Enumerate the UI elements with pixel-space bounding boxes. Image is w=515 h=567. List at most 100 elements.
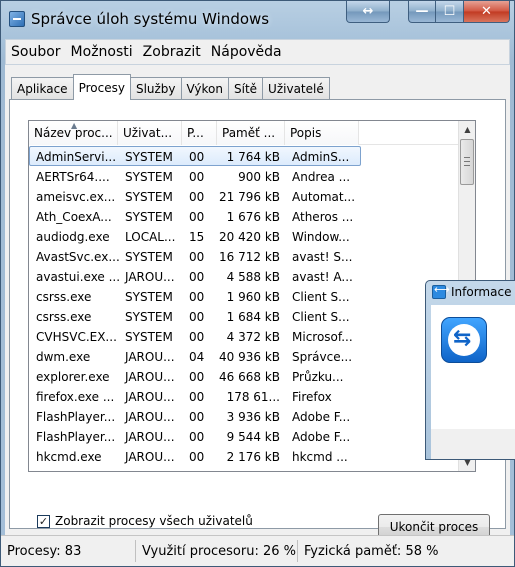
table-row[interactable]: ameisvc.ex... SYSTEM 00 21 796 kB Automat... xyxy=(29,186,458,206)
tab-sluzby[interactable]: Služby xyxy=(129,77,182,99)
column-header-memory[interactable]: Paměť ... xyxy=(217,121,285,145)
cell-user: SYSTEM xyxy=(125,250,173,264)
show-all-users-checkbox[interactable]: ✓ xyxy=(37,514,50,528)
cell-user: JAROU... xyxy=(125,390,175,404)
menu-moznosti[interactable]: Možnosti xyxy=(66,44,138,60)
table-row-content: hkcmd.exe JAROU... 00 2 176 kB hkcmd ... xyxy=(29,446,361,466)
table-row[interactable]: Ath_CoexA... SYSTEM 00 1 676 kB Atheros ... xyxy=(29,206,458,226)
cell-description: Firefox xyxy=(292,390,332,404)
table-row[interactable]: AdminServi... SYSTEM 00 1 764 kB AdminS... xyxy=(29,146,458,166)
info-dialog[interactable]: Informace xyxy=(425,280,515,460)
cell-memory: 3 936 kB xyxy=(226,410,280,424)
table-row-content: csrss.exe SYSTEM 00 1 684 kB Client S... xyxy=(29,306,361,326)
cell-description: Client S... xyxy=(292,310,350,324)
cell-cpu: 00 xyxy=(189,170,205,184)
tab-site[interactable]: Sítě xyxy=(228,77,264,99)
table-row[interactable]: FlashPlayer... JAROU... 00 3 936 kB Adobe F.… xyxy=(29,406,458,426)
table-row[interactable]: HPMSGSVC...JAROU...002 200 kBHP Me... xyxy=(29,466,458,471)
cell-process-name: AERTSr64.... xyxy=(36,170,110,184)
tab-aplikace[interactable]: Aplikace xyxy=(11,77,74,99)
minimize-button[interactable]: — xyxy=(408,1,436,23)
table-row[interactable]: csrss.exe SYSTEM 00 1 684 kB Client S... xyxy=(29,306,458,326)
cell-cpu: 15 xyxy=(189,230,205,244)
info-dialog-titlebar[interactable]: Informace xyxy=(432,283,512,299)
column-header-user[interactable]: Uživat... xyxy=(118,121,182,145)
cell-cpu: 00 xyxy=(189,390,205,404)
cell-process-name: FlashPlayer... xyxy=(36,410,116,424)
cell-description: Atheros ... xyxy=(292,210,354,224)
tab-procesy[interactable]: Procesy xyxy=(72,74,131,100)
cell-process-name: HPMSGSVC... xyxy=(30,467,119,471)
info-dialog-body xyxy=(431,305,515,429)
process-list[interactable]: ▲ Název proc... Uživat... P... Paměť ...… xyxy=(28,120,476,472)
table-row[interactable]: hkcmd.exe JAROU... 00 2 176 kB hkcmd ... xyxy=(29,446,458,466)
table-row[interactable]: avastui.exe ... JAROU... 00 4 588 kB avast! … xyxy=(29,266,458,286)
table-row[interactable]: firefox.exe ... JAROU... 00 178 61... Firefo… xyxy=(29,386,458,406)
table-row[interactable]: FlashPlayer... JAROU... 00 9 544 kB Adobe F.… xyxy=(29,426,458,446)
cell-description: Andrea ... xyxy=(292,170,351,184)
cell-description: Adobe F... xyxy=(292,410,351,424)
column-header-name[interactable]: ▲ Název proc... xyxy=(29,121,118,145)
cell-process-name: avastui.exe ... xyxy=(36,270,119,284)
cell-process-name: ameisvc.ex... xyxy=(36,190,116,204)
process-list-body: AdminServi... SYSTEM 00 1 764 kB AdminS... AE… xyxy=(29,146,458,471)
tab-strip: Aplikace Procesy Služby Výkon Sítě Uživa… xyxy=(11,74,330,100)
menu-zobrazit[interactable]: Zobrazit xyxy=(138,44,206,60)
table-row-content: explorer.exe JAROU... 00 46 668 kB Průzku... xyxy=(29,366,361,386)
cell-memory: 20 420 kB xyxy=(219,230,280,244)
table-row[interactable]: AvastSvc.ex... SYSTEM 00 16 712 kB avast! S.… xyxy=(29,246,458,266)
cell-memory: 178 61... xyxy=(226,390,280,404)
table-row-content: ameisvc.ex... SYSTEM 00 21 796 kB Automat... xyxy=(29,186,361,206)
table-row-content: FlashPlayer... JAROU... 00 9 544 kB Adobe F.… xyxy=(29,426,361,446)
table-row-content: AvastSvc.ex... SYSTEM 00 16 712 kB avast! S.… xyxy=(29,246,361,266)
menu-napoveda[interactable]: Nápověda xyxy=(206,44,287,60)
tab-vykon[interactable]: Výkon xyxy=(180,77,229,99)
close-button[interactable]: ✕ xyxy=(464,1,510,23)
cell-user: JAROU... xyxy=(125,410,175,424)
show-all-users-label: Zobrazit procesy všech uživatelů xyxy=(55,514,253,528)
cell-user: SYSTEM xyxy=(125,210,173,224)
teamviewer-small-icon xyxy=(432,283,450,299)
cell-description: Client S... xyxy=(292,290,350,304)
title-bar[interactable]: Správce úloh systému Windows ↔ — ☐ ✕ xyxy=(1,1,514,37)
cell-cpu: 00 xyxy=(189,250,205,264)
status-physical-memory: Fyzická paměť: 58 % xyxy=(304,543,439,559)
maximize-button[interactable]: ☐ xyxy=(436,1,464,23)
cell-process-name: explorer.exe xyxy=(36,370,110,384)
cell-description: Automat... xyxy=(292,190,356,204)
show-all-users-option[interactable]: ✓ Zobrazit procesy všech uživatelů xyxy=(37,514,253,528)
cell-user: JAROU... xyxy=(125,370,175,384)
column-header-cpu[interactable]: P... xyxy=(182,121,217,145)
cell-memory: 46 668 kB xyxy=(219,370,280,384)
cell-description: HP Me... xyxy=(286,467,360,471)
table-row[interactable]: csrss.exe SYSTEM 00 1 960 kB Client S... xyxy=(29,286,458,306)
table-row[interactable]: audiodg.exe LOCAL... 15 20 420 kB Window... xyxy=(29,226,458,246)
cell-process-name: hkcmd.exe xyxy=(36,450,102,464)
table-row[interactable]: explorer.exe JAROU... 00 46 668 kB Průzku... xyxy=(29,366,458,386)
task-manager-window: Správce úloh systému Windows ↔ — ☐ ✕ Sou… xyxy=(0,0,515,567)
cell-cpu: 00 xyxy=(189,330,205,344)
info-dialog-title: Informace xyxy=(451,285,512,299)
table-row[interactable]: CVHSVC.EX... SYSTEM 00 4 372 kB Microsof... xyxy=(29,326,458,346)
cell-process-name: audiodg.exe xyxy=(36,230,110,244)
cell-process-name: Ath_CoexA... xyxy=(36,210,112,224)
scrollbar-thumb[interactable] xyxy=(460,139,474,185)
cell-process-name: CVHSVC.EX... xyxy=(36,330,117,344)
table-row-content: Ath_CoexA... SYSTEM 00 1 676 kB Atheros ... xyxy=(29,206,361,226)
cell-user: JAROU... xyxy=(125,430,175,444)
scroll-up-icon[interactable]: ▲ xyxy=(459,121,475,138)
table-row[interactable]: dwm.exe JAROU... 04 40 936 kB Správce... xyxy=(29,346,458,366)
column-header-description[interactable]: Popis xyxy=(285,121,359,145)
tab-uzivatele[interactable]: Uživatelé xyxy=(262,77,330,99)
cell-cpu: 00 xyxy=(189,290,205,304)
menu-soubor[interactable]: Soubor xyxy=(6,44,66,60)
cell-cpu: 00 xyxy=(189,150,205,164)
cell-process-name: dwm.exe xyxy=(36,350,91,364)
cell-memory: 1 676 kB xyxy=(226,210,280,224)
swap-icon[interactable]: ↔ xyxy=(346,1,390,23)
table-row[interactable]: AERTSr64.... SYSTEM 00 900 kB Andrea ... xyxy=(29,166,458,186)
cell-cpu: 00 xyxy=(189,370,205,384)
cell-process-name: AvastSvc.ex... xyxy=(36,250,119,264)
status-processes: Procesy: 83 xyxy=(1,540,136,562)
cell-process-name: csrss.exe xyxy=(36,290,92,304)
